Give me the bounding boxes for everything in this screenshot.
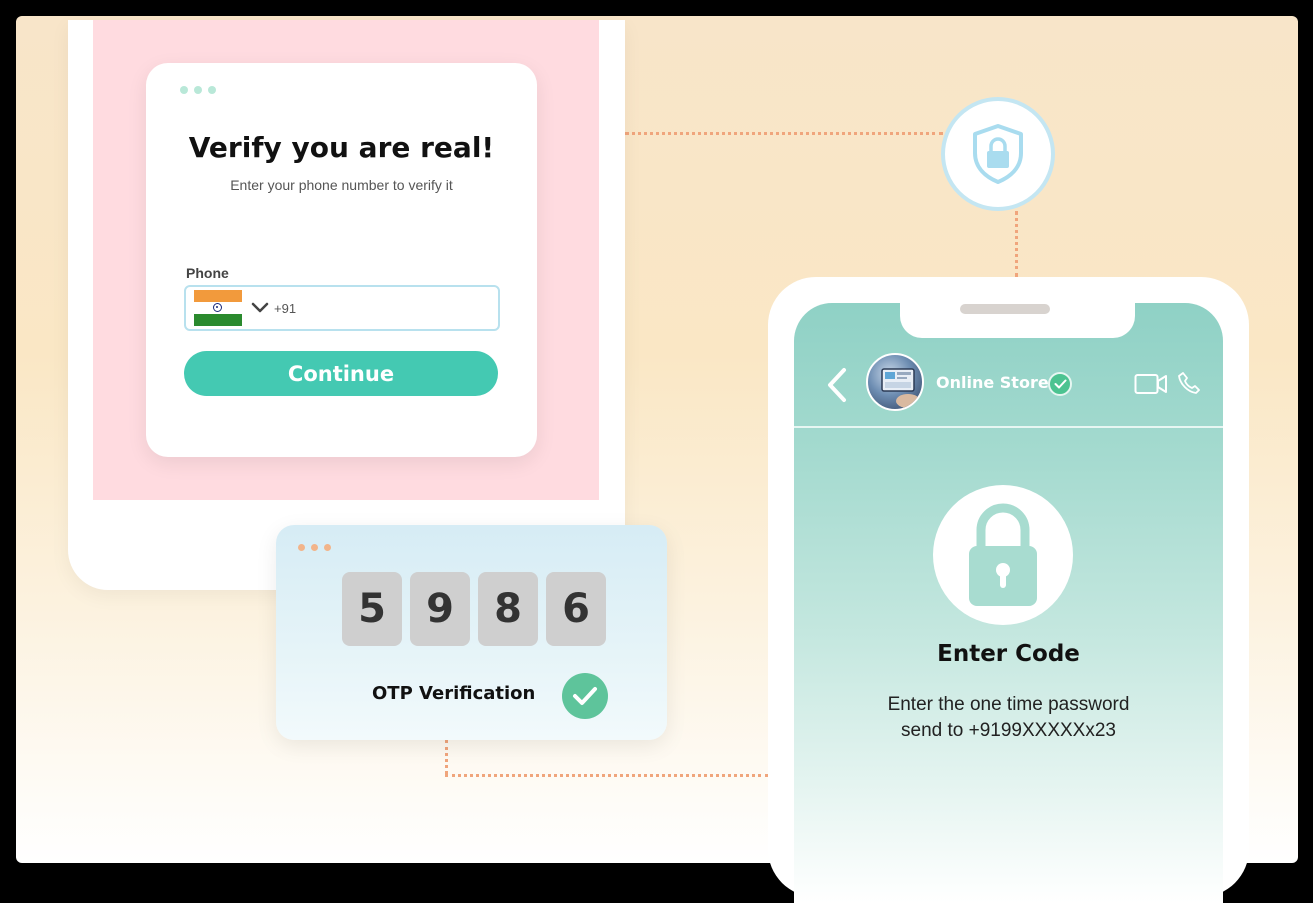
padlock-icon xyxy=(933,485,1073,625)
enter-code-description: Enter the one time password send to +919… xyxy=(794,692,1223,744)
verify-title: Verify you are real! xyxy=(188,131,495,164)
window-dots xyxy=(298,544,331,551)
otp-label: OTP Verification xyxy=(372,683,536,704)
otp-card: 5 9 8 6 OTP Verification xyxy=(276,525,667,740)
connector-top xyxy=(625,132,943,135)
verify-subtitle: Enter your phone number to verify it xyxy=(230,177,453,193)
otp-digit[interactable]: 8 xyxy=(478,572,538,646)
chevron-down-icon[interactable] xyxy=(250,298,270,318)
header-divider xyxy=(794,426,1223,428)
india-flag-icon[interactable] xyxy=(194,290,242,326)
phone-screen: Online Store Enter Code Enter the one ti… xyxy=(794,303,1223,903)
otp-digits: 5 9 8 6 xyxy=(342,572,606,646)
otp-digit[interactable]: 6 xyxy=(546,572,606,646)
description-line: Enter the one time password xyxy=(887,694,1130,715)
verified-badge-icon xyxy=(1048,372,1072,396)
phone-notch xyxy=(900,303,1135,338)
otp-digit[interactable]: 5 xyxy=(342,572,402,646)
contact-name[interactable]: Online Store xyxy=(936,373,1049,392)
phone-input[interactable]: +91 xyxy=(184,285,500,331)
phone-label: Phone xyxy=(186,265,229,281)
speaker-bar xyxy=(960,304,1050,314)
continue-button[interactable]: Continue xyxy=(184,351,498,396)
avatar[interactable] xyxy=(866,353,924,411)
enter-code-title: Enter Code xyxy=(937,641,1080,667)
verify-card: Verify you are real! Enter your phone nu… xyxy=(146,63,537,457)
connector-shield-phone xyxy=(1015,211,1018,277)
check-icon xyxy=(562,673,608,719)
back-arrow-icon[interactable] xyxy=(822,365,852,405)
window-dots xyxy=(180,86,216,94)
connector-bottom xyxy=(445,774,768,777)
shield-lock-icon xyxy=(941,97,1055,211)
video-call-icon[interactable] xyxy=(1134,373,1168,399)
description-line: send to +9199XXXXXx23 xyxy=(901,720,1116,741)
chat-header: Online Store xyxy=(794,353,1223,428)
country-code[interactable]: +91 xyxy=(274,301,296,316)
phone-call-icon[interactable] xyxy=(1178,371,1200,399)
otp-digit[interactable]: 9 xyxy=(410,572,470,646)
connector-otp-down xyxy=(445,740,448,774)
